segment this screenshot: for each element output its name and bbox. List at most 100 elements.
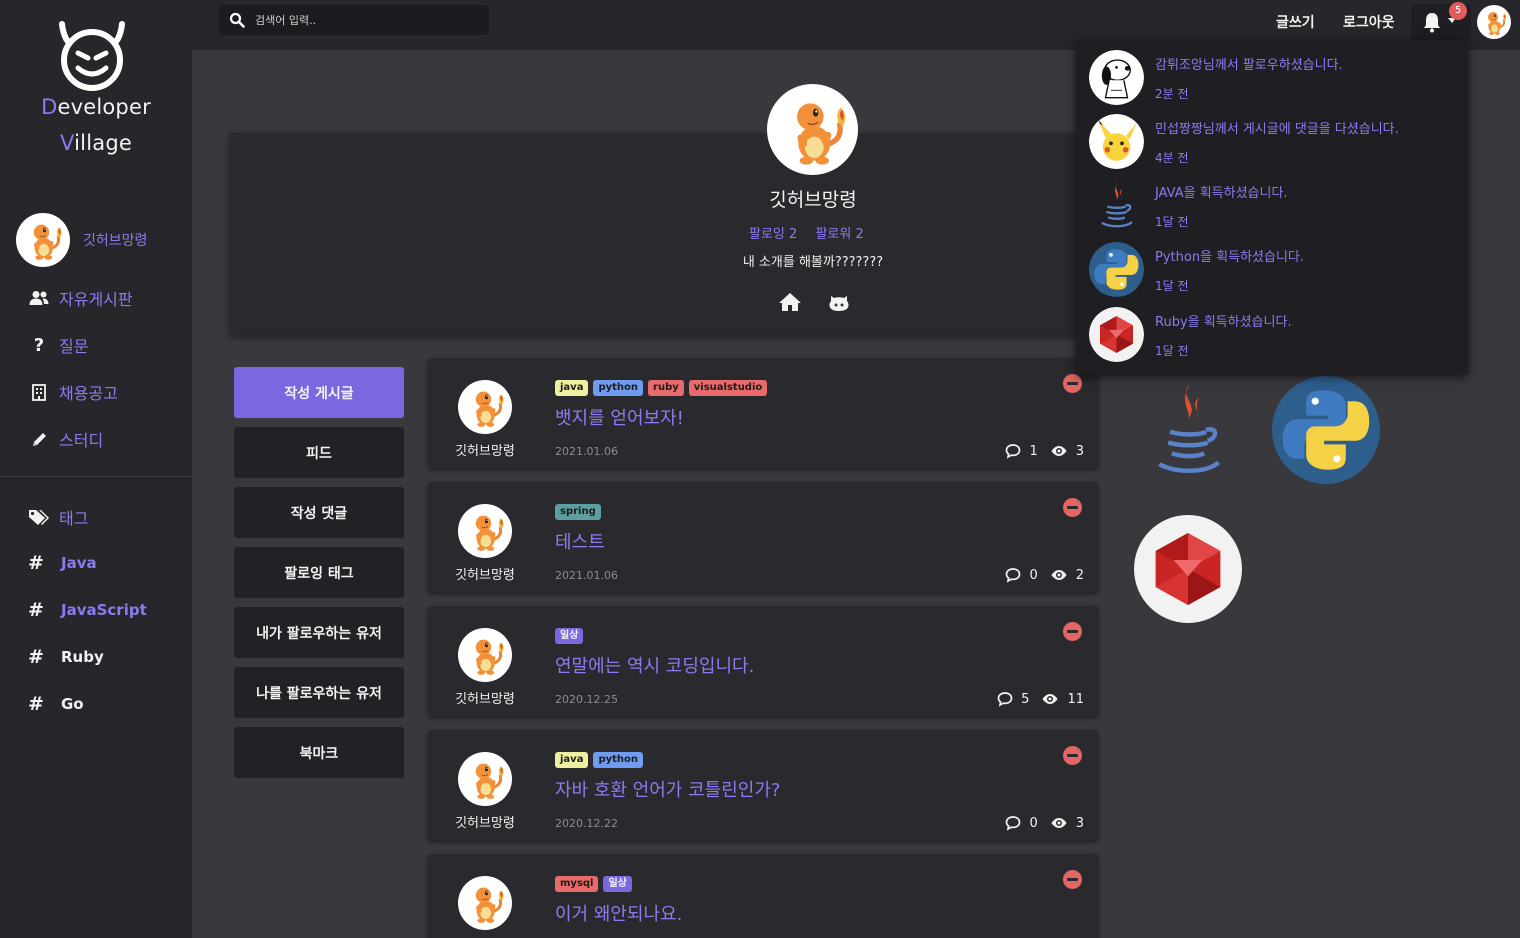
post-tag[interactable]: mysql	[555, 876, 599, 892]
notification-button[interactable]: 5	[1411, 2, 1471, 40]
brand-line-1[interactable]: Developer	[0, 95, 192, 119]
sidebar-user-name[interactable]: 깃허브망령	[83, 230, 147, 250]
notification-item[interactable]: Python을 획득하셨습니다. 1달 전	[1089, 242, 1304, 297]
post-date: 2021.01.06	[555, 445, 618, 458]
hash-icon: #	[28, 599, 44, 621]
write-button[interactable]: 글쓰기	[1276, 12, 1315, 32]
tab-users-i-follow[interactable]: 내가 팔로우하는 유저	[234, 607, 404, 658]
devil-logo-icon[interactable]	[56, 20, 128, 92]
tab-my-followers[interactable]: 나를 팔로우하는 유저	[234, 667, 404, 718]
post-tag[interactable]: visualstudio	[688, 380, 768, 396]
post-tags: java python ruby visualstudio	[555, 380, 768, 396]
post-author-name[interactable]: 깃허브망령	[428, 564, 542, 583]
sidebar-profile[interactable]: 깃허브망령	[16, 213, 147, 267]
comment-icon	[1005, 815, 1021, 831]
pikachu-avatar-icon	[1089, 114, 1144, 169]
post-author-name[interactable]: 깃허브망령	[428, 440, 542, 459]
post-card[interactable]: 깃허브망령 일상 연말에는 역시 코딩입니다. 2020.12.25 5 11	[428, 606, 1098, 716]
notification-item[interactable]: JAVA을 획득하셨습니다. 1달 전	[1089, 178, 1288, 233]
logout-button[interactable]: 로그아웃	[1343, 12, 1395, 32]
followers-link[interactable]: 팔로워 2	[815, 227, 863, 242]
tab-following-tags[interactable]: 팔로잉 태그	[234, 547, 404, 598]
python-logo-icon	[1089, 242, 1144, 297]
home-icon[interactable]	[778, 292, 802, 312]
comment-count: 0	[1029, 815, 1038, 831]
post-tag[interactable]: python	[593, 752, 644, 768]
top-user-avatar[interactable]	[1477, 5, 1511, 39]
post-author-avatar[interactable]	[458, 876, 512, 930]
sidebar-tag-java[interactable]: # Java	[28, 552, 97, 574]
notification-time: 1달 전	[1155, 215, 1189, 229]
follow-stats: 팔로잉 2 팔로워 2	[749, 223, 878, 242]
post-author-avatar[interactable]	[458, 504, 512, 558]
comment-icon	[1005, 567, 1021, 583]
search-icon[interactable]	[229, 12, 245, 28]
following-link[interactable]: 팔로잉 2	[749, 227, 797, 242]
post-tag[interactable]: 일상	[555, 628, 584, 644]
post-card[interactable]: 깃허브망령 spring 테스트 2021.01.06 0 2	[428, 482, 1098, 592]
brand-line-2[interactable]: Village	[0, 131, 192, 155]
comment-count: 0	[1029, 567, 1038, 583]
delete-post-button[interactable]	[1063, 374, 1082, 393]
post-author-avatar[interactable]	[458, 752, 512, 806]
sidebar-tag-javascript[interactable]: # JavaScript	[28, 599, 147, 621]
user-avatar[interactable]	[16, 213, 70, 267]
search-box[interactable]	[219, 5, 489, 35]
profile-avatar	[767, 84, 858, 175]
python-badge-icon[interactable]	[1272, 376, 1380, 484]
post-author-avatar[interactable]	[458, 380, 512, 434]
comment-icon	[997, 691, 1013, 707]
sidebar-tag-ruby[interactable]: # Ruby	[28, 646, 104, 668]
post-author-name[interactable]: 깃허브망령	[428, 688, 542, 707]
post-tag[interactable]: python	[593, 380, 644, 396]
notification-item[interactable]: Ruby을 획득하셨습니다. 1달 전	[1089, 307, 1292, 362]
post-card[interactable]: 깃허브망령 java python ruby visualstudio 뱃지를 얻어보…	[428, 358, 1098, 468]
sidebar-item-free-board[interactable]: 자유게시판	[28, 286, 133, 310]
post-tag[interactable]: spring	[555, 504, 601, 520]
post-tag[interactable]: java	[555, 752, 589, 768]
search-input[interactable]	[255, 13, 475, 27]
post-card[interactable]: 깃허브망령 mysql일상 이거 왜안되나요.	[428, 854, 1098, 938]
delete-post-button[interactable]	[1063, 498, 1082, 517]
github-icon[interactable]	[828, 292, 850, 312]
post-tag[interactable]: java	[555, 380, 589, 396]
notification-item[interactable]: 감튀조앙님께서 팔로우하셨습니다. 2분 전	[1089, 50, 1343, 105]
tab-feed[interactable]: 피드	[234, 427, 404, 478]
post-tag[interactable]: 일상	[603, 876, 632, 892]
post-title[interactable]: 이거 왜안되나요.	[555, 900, 682, 926]
java-badge-icon[interactable]	[1134, 376, 1242, 484]
post-author-avatar[interactable]	[458, 628, 512, 682]
post-title[interactable]: 뱃지를 얻어보자!	[555, 404, 684, 430]
post-card[interactable]: 깃허브망령 java python 자바 호환 언어가 코틀린인가? 2020.1…	[428, 730, 1098, 840]
post-date: 2020.12.25	[555, 693, 618, 706]
delete-post-button[interactable]	[1063, 870, 1082, 889]
post-author-name[interactable]: 깃허브망령	[428, 812, 542, 831]
brand-text-developer: eveloper	[57, 95, 151, 119]
post-title[interactable]: 테스트	[555, 528, 605, 554]
tab-my-comments[interactable]: 작성 댓글	[234, 487, 404, 538]
post-title[interactable]: 연말에는 역시 코딩입니다.	[555, 652, 754, 678]
charmander-avatar-icon	[462, 756, 508, 802]
tab-my-posts[interactable]: 작성 게시글	[234, 367, 404, 418]
sidebar-item-questions[interactable]: ? 질문	[28, 333, 89, 357]
sidebar-item-jobs[interactable]: 채용공고	[28, 380, 118, 404]
sidebar-tag-go[interactable]: # Go	[28, 693, 84, 715]
charmander-avatar-icon	[462, 508, 508, 554]
eye-icon	[1050, 445, 1068, 457]
java-logo-icon	[1089, 178, 1144, 233]
notification-item[interactable]: 민섭짱짱님께서 게시글에 댓글을 다셨습니다. 4분 전	[1089, 114, 1399, 169]
post-date: 2021.01.06	[555, 569, 618, 582]
delete-post-button[interactable]	[1063, 622, 1082, 641]
tab-bookmarks[interactable]: 북마크	[234, 727, 404, 778]
post-tags: mysql 일상	[555, 876, 632, 892]
delete-post-button[interactable]	[1063, 746, 1082, 765]
sidebar-item-tags[interactable]: 태그	[28, 505, 88, 529]
post-tags: java python	[555, 752, 644, 768]
view-count: 11	[1067, 691, 1084, 707]
hash-icon: #	[28, 552, 44, 574]
post-tag[interactable]: ruby	[648, 380, 684, 396]
post-title[interactable]: 자바 호환 언어가 코틀린인가?	[555, 776, 780, 802]
profile-card	[230, 133, 1098, 335]
sidebar-item-study[interactable]: 스터디	[28, 427, 103, 451]
ruby-badge-icon[interactable]	[1134, 515, 1242, 623]
